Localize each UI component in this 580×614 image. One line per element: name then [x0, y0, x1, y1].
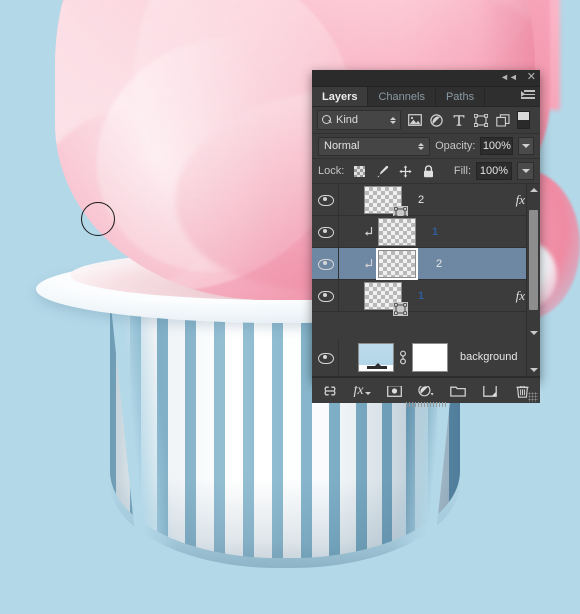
close-icon[interactable]: ✕ [527, 71, 536, 84]
row-divider [338, 248, 339, 279]
panel-resize-grip[interactable] [528, 392, 538, 402]
tab-paths[interactable]: Paths [435, 87, 486, 106]
tab-channels-label: Channels [378, 90, 425, 103]
filter-kind-spinner[interactable] [390, 116, 396, 124]
menu-line [524, 93, 535, 95]
layer-visibility-toggle[interactable] [312, 195, 338, 206]
clipping-mask-arrow-icon [364, 226, 374, 238]
menu-line [524, 90, 535, 92]
clipping-mask-arrow-icon [364, 258, 374, 270]
mask-link-icon[interactable] [397, 349, 409, 365]
scroll-up-arrow-icon[interactable] [527, 184, 540, 195]
shape-layer-filter-icon[interactable] [472, 111, 489, 129]
menu-line [521, 97, 535, 99]
opacity-input[interactable]: 100% [480, 137, 514, 155]
panel-tabs: Layers Channels Paths [312, 87, 540, 107]
collapse-panel-icon[interactable]: ◄◄ [500, 71, 518, 84]
fill-dropdown-icon[interactable] [517, 162, 534, 180]
eye-icon [318, 291, 334, 302]
layers-scrollbar[interactable] [526, 184, 540, 338]
table-row[interactable]: 2 [312, 248, 540, 280]
layer-thumbnail[interactable] [364, 281, 408, 316]
layer-thumbnail[interactable] [378, 217, 416, 246]
layer-thumbnail[interactable] [358, 342, 394, 372]
eye-icon [318, 195, 334, 206]
panel-menu-icon[interactable] [521, 90, 535, 102]
layers-scrollbar-bottom[interactable] [526, 338, 540, 376]
panel-titlebar: ◄◄ ✕ [312, 70, 540, 87]
layers-panel: ◄◄ ✕ Layers Channels Paths Kind Normal O… [312, 70, 540, 407]
layer-mask-thumbnail[interactable] [412, 342, 448, 372]
layer-name[interactable]: 2 [436, 258, 442, 270]
table-row[interactable]: background [312, 338, 540, 377]
opacity-label: Opacity: [435, 140, 476, 152]
blend-mode-select[interactable]: Normal [318, 136, 431, 156]
shape-vector-badge [393, 301, 408, 316]
layer-visibility-toggle[interactable] [312, 352, 338, 364]
tab-layers[interactable]: Layers [312, 87, 369, 106]
fill-input[interactable]: 100% [476, 162, 512, 180]
layer-visibility-toggle[interactable] [312, 227, 338, 238]
panel-bottom-edge [312, 380, 540, 386]
opacity-dropdown-icon[interactable] [518, 137, 534, 155]
layer-thumbnail-cell [352, 342, 448, 372]
layer-thumbnail-cell [358, 249, 416, 278]
layer-thumbnail[interactable] [378, 249, 416, 278]
panel-titlebar-buttons: ◄◄ ✕ [500, 71, 536, 84]
row-divider [338, 280, 339, 311]
pixel-layer-filter-icon[interactable] [406, 111, 423, 129]
tab-layers-label: Layers [322, 90, 358, 103]
filter-kind-select[interactable]: Kind [317, 110, 401, 130]
scrollbar-thumb[interactable] [529, 210, 538, 310]
panel-menu-triangle [521, 91, 525, 97]
lock-label: Lock: [318, 165, 345, 177]
blend-mode-row: Normal Opacity: 100% [312, 134, 540, 159]
layer-visibility-toggle[interactable] [312, 259, 338, 270]
eye-icon [318, 259, 334, 270]
type-layer-filter-icon[interactable] [450, 111, 467, 129]
panel-drag-handle[interactable] [406, 402, 446, 407]
brush-cursor-circle [81, 202, 115, 236]
layer-filter-row: Kind [312, 107, 540, 134]
layer-visibility-toggle[interactable] [312, 291, 338, 302]
photoshop-canvas-screenshot: ◄◄ ✕ Layers Channels Paths Kind Normal O… [0, 0, 580, 614]
filter-toggle-switch[interactable] [517, 111, 530, 129]
adjustment-layer-filter-icon[interactable] [428, 111, 445, 129]
search-icon [322, 115, 332, 125]
fx-icon: fx [515, 191, 525, 207]
fill-label: Fill: [453, 165, 471, 177]
eye-icon [318, 227, 334, 238]
layer-thumbnail-cell [358, 217, 416, 246]
lock-position-icon[interactable] [399, 164, 412, 178]
table-row[interactable]: 2 fx [312, 184, 540, 220]
scroll-down-arrow-icon[interactable] [527, 364, 540, 375]
filter-kind-label: Kind [336, 114, 359, 126]
row-divider [338, 184, 339, 215]
tab-paths-label: Paths [445, 90, 475, 103]
layer-name[interactable]: background [460, 351, 518, 363]
lock-image-pixels-icon[interactable] [376, 165, 389, 178]
layer-name[interactable]: 1 [418, 290, 424, 302]
layer-name[interactable]: 2 [418, 194, 424, 206]
layer-name[interactable]: 1 [432, 226, 438, 238]
row-divider [338, 216, 339, 247]
layers-list: 2 fx 1 2 1 fx [312, 184, 540, 338]
layer-thumbnail-cell [358, 281, 408, 316]
blend-mode-value: Normal [324, 140, 360, 152]
eye-icon [318, 352, 334, 364]
tab-channels[interactable]: Channels [368, 87, 436, 106]
row-divider [338, 338, 339, 376]
blend-mode-spinner[interactable] [418, 142, 425, 150]
scroll-down-arrow-icon[interactable] [527, 327, 540, 338]
lock-transparent-pixels-icon[interactable] [353, 165, 366, 178]
lock-icon-group [353, 164, 435, 178]
table-row[interactable]: 1 [312, 216, 540, 248]
layer-thumbnail[interactable] [364, 185, 408, 220]
fx-icon: fx [515, 287, 525, 303]
smart-object-filter-icon[interactable] [494, 111, 511, 129]
layer-thumbnail-cell [358, 185, 408, 220]
table-row[interactable]: 1 fx [312, 280, 540, 316]
lock-all-icon[interactable] [422, 164, 435, 178]
lock-row: Lock: Fill: 100% [312, 159, 540, 184]
